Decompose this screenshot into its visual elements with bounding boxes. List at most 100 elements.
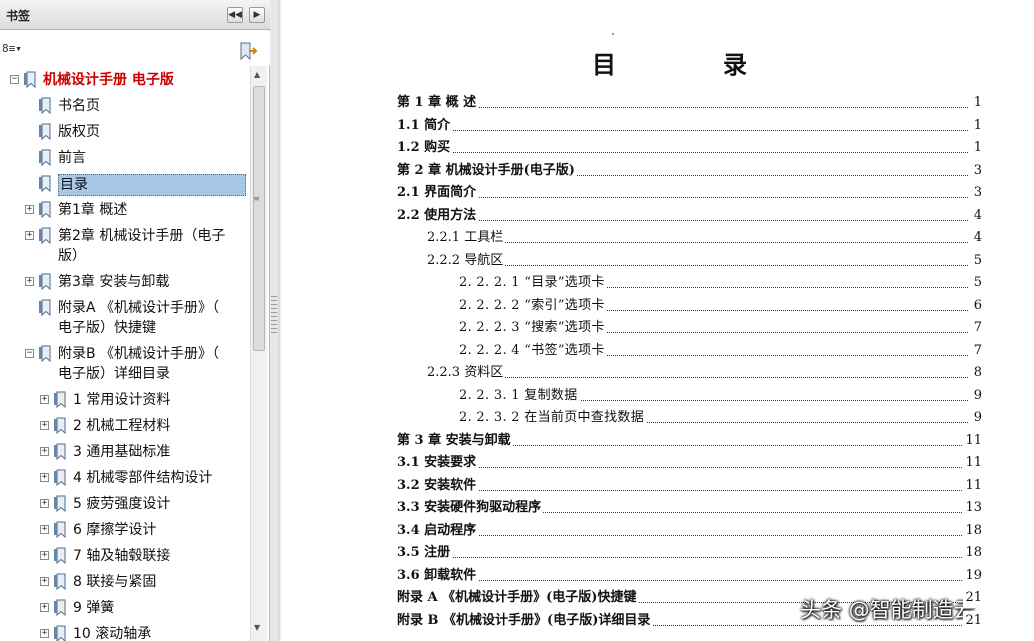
toc-leader <box>397 219 968 221</box>
toc-page-number: 3 <box>971 183 982 203</box>
toc-entry[interactable]: 第 1 章 概 述 1 <box>397 93 982 115</box>
bookmarks-title: 书签 <box>6 9 31 23</box>
toc-entry[interactable]: 2. 2. 2. 4 “书签”选项卡 7 <box>459 340 982 363</box>
scroll-down-icon[interactable]: ▼ <box>254 623 260 632</box>
bookmark-item[interactable]: 附录A 《机械设计手册》（ 电子版）快捷键 <box>0 298 250 342</box>
bookmark-item[interactable]: +9 弹簧 <box>0 598 250 622</box>
bookmark-label: 3 通用基础标准 <box>73 444 171 460</box>
bookmark-label: 目录 <box>58 174 246 196</box>
expand-icon[interactable]: + <box>40 577 49 586</box>
toc-leader <box>397 579 968 581</box>
expand-icon[interactable]: + <box>25 231 34 240</box>
bookmark-icon <box>24 71 36 88</box>
bookmark-tree: − 机械设计手册 电子版 书名页 版权页 前言 目录 + 第1章 概述 + 第2章 机械设计手册（… <box>0 66 250 641</box>
expand-icon[interactable]: + <box>40 421 49 430</box>
toc-page-number: 6 <box>971 295 982 316</box>
bookmark-item[interactable]: 书名页 <box>0 96 250 120</box>
bookmark-icon <box>39 273 51 290</box>
toc-leader <box>427 242 968 243</box>
bookmark-icon <box>54 495 66 512</box>
toc-page-number: 18 <box>963 520 982 541</box>
toc-entry-text: 2. 2. 2. 1 “目录”选项卡 <box>459 273 607 293</box>
bookmark-item[interactable]: +1 常用设计资料 <box>0 390 250 414</box>
toc-entry[interactable]: 2.2.3 资料区 8 <box>427 363 982 385</box>
bookmark-item[interactable]: +8 联接与紧固 <box>0 572 250 596</box>
expand-icon[interactable]: + <box>40 629 49 638</box>
toc-entry[interactable]: 3.5 注册 18 <box>397 543 982 565</box>
toc-entry[interactable]: 2.2.2 导航区 5 <box>427 250 982 273</box>
toc-page-number: 21 <box>963 610 982 631</box>
toc-entry[interactable]: 1.2 购买 1 <box>397 138 982 160</box>
expand-icon[interactable]: + <box>40 551 49 560</box>
bookmark-label: 第3章 安装与卸载 <box>58 274 170 290</box>
expand-icon[interactable]: + <box>25 277 34 286</box>
expand-icon[interactable]: + <box>40 395 49 404</box>
toc-entry-text: 2. 2. 2. 3 “搜索”选项卡 <box>459 318 607 338</box>
bookmark-label: 2 机械工程材料 <box>73 418 171 434</box>
bookmarks-header: 书签 ◀◀ ▶ <box>0 0 270 30</box>
collapse-panel-button[interactable]: ◀◀ <box>227 7 243 23</box>
toc-page-number: 19 <box>963 565 982 586</box>
toc-title-first: 目 <box>592 50 617 79</box>
bookmark-item[interactable]: + 第1章 概述 <box>0 200 250 224</box>
bookmark-item[interactable]: + 第3章 安装与卸载 <box>0 272 250 296</box>
toc-entry[interactable]: 第 3 章 安装与卸载 11 <box>397 430 982 453</box>
toc-entry[interactable]: 3.2 安装软件 11 <box>397 475 982 498</box>
bookmark-item[interactable]: +7 轴及轴毂联接 <box>0 546 250 570</box>
toc-entry-text: 第 3 章 安装与卸载 <box>397 430 513 451</box>
bookmark-item[interactable]: 目录 <box>0 174 250 198</box>
bookmark-item[interactable]: − 附录B 《机械设计手册》（ 电子版）详细目录 <box>0 344 250 388</box>
bookmark-icon <box>54 417 66 434</box>
bookmark-item[interactable]: +10 滚动轴承 <box>0 624 250 641</box>
toc-page-number: 7 <box>971 340 982 361</box>
toc-entry[interactable]: 2. 2. 2. 1 “目录”选项卡 5 <box>459 273 982 295</box>
toc-leader <box>397 557 968 558</box>
expand-icon[interactable]: + <box>25 205 34 214</box>
bookmark-item[interactable]: + 第2章 机械设计手册（电子 版） <box>0 226 250 270</box>
toc-entry-text: 3.5 注册 <box>397 543 453 563</box>
scroll-up-icon[interactable]: ▲ <box>254 70 260 79</box>
bookmark-options-button[interactable]: 8≡▾ <box>2 42 26 58</box>
expand-icon[interactable]: + <box>40 499 49 508</box>
bookmark-item[interactable]: 前言 <box>0 148 250 172</box>
expand-icon[interactable]: + <box>40 525 49 534</box>
splitter-grip-icon[interactable] <box>271 296 277 336</box>
expand-icon[interactable]: + <box>40 473 49 482</box>
bookmark-item[interactable]: +4 机械零部件结构设计 <box>0 468 250 492</box>
bookmark-root[interactable]: − 机械设计手册 电子版 <box>0 70 250 94</box>
toc-entry-text: 第 2 章 机械设计手册(电子版) <box>397 160 577 181</box>
bookmarks-scrollbar[interactable]: ▲ ≡ ▼ <box>250 66 267 641</box>
toc-entry[interactable]: 2. 2. 3. 1 复制数据 9 <box>459 385 982 408</box>
toc-entry[interactable]: 2.2 使用方法 4 <box>397 205 982 228</box>
collapse-icon[interactable]: − <box>10 75 19 84</box>
toc-entry[interactable]: 3.1 安装要求 11 <box>397 453 982 475</box>
toc-entry[interactable]: 2.1 界面简介 3 <box>397 183 982 205</box>
expand-icon[interactable]: + <box>40 447 49 456</box>
toc-entry-text: 2. 2. 2. 2 “索引”选项卡 <box>459 295 607 316</box>
bookmark-item[interactable]: +6 摩擦学设计 <box>0 520 250 544</box>
toc-entry[interactable]: 第 2 章 机械设计手册(电子版) 3 <box>397 160 982 183</box>
toc-entry[interactable]: 3.6 卸载软件 19 <box>397 565 982 588</box>
toc-entry[interactable]: 2. 2. 2. 3 “搜索”选项卡 7 <box>459 318 982 340</box>
bookmark-item[interactable]: +2 机械工程材料 <box>0 416 250 440</box>
scroll-thumb[interactable] <box>253 86 265 351</box>
toc-entry[interactable]: 3.4 启动程序 18 <box>397 520 982 543</box>
bookmark-item[interactable]: 版权页 <box>0 122 250 146</box>
bookmark-label: 10 滚动轴承 <box>73 626 152 641</box>
bookmark-icon <box>39 345 51 362</box>
panel-next-button[interactable]: ▶ <box>249 7 265 23</box>
toc-entry[interactable]: 2. 2. 3. 2 在当前页中查找数据 9 <box>459 408 982 430</box>
expand-icon[interactable]: + <box>40 603 49 612</box>
toc-page-number: 8 <box>971 363 982 383</box>
toc-entry-text: 2.2 使用方法 <box>397 205 479 226</box>
toc-entry[interactable]: 1.1 简介 1 <box>397 115 982 138</box>
bookmark-item[interactable]: +5 疲劳强度设计 <box>0 494 250 518</box>
toc-leader <box>397 152 968 153</box>
toc-entry[interactable]: 2.2.1 工具栏 4 <box>427 228 982 250</box>
toc-entry[interactable]: 3.3 安装硬件狗驱动程序 13 <box>397 498 982 520</box>
toc-entry[interactable]: 2. 2. 2. 2 “索引”选项卡 6 <box>459 295 982 318</box>
bookmark-item[interactable]: +3 通用基础标准 <box>0 442 250 466</box>
expand-bookmark-icon[interactable] <box>238 42 258 60</box>
bookmark-icon <box>39 123 51 140</box>
collapse-icon[interactable]: − <box>25 349 34 358</box>
